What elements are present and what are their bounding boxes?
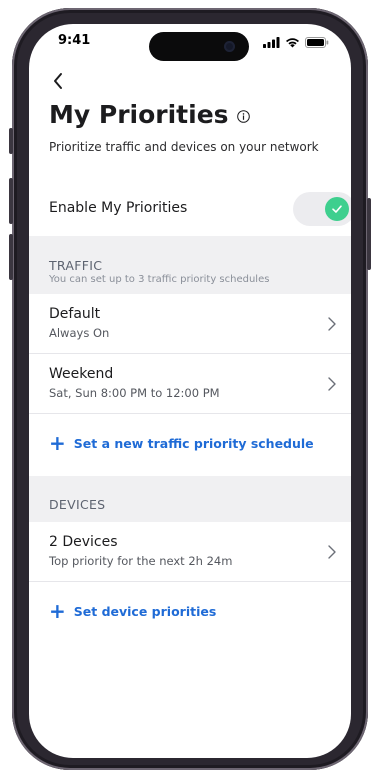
list-item[interactable]: Default Always On: [29, 294, 351, 354]
status-time: 9:41: [58, 33, 91, 48]
action-button: [9, 128, 13, 154]
set-device-priorities-button[interactable]: + Set device priorities: [29, 582, 351, 642]
volume-down-button: [9, 234, 13, 280]
traffic-section-header: TRAFFIC You can set up to 3 traffic prio…: [29, 236, 351, 294]
dynamic-island: [149, 32, 249, 61]
status-icons: [263, 37, 329, 48]
enable-row: Enable My Priorities: [29, 182, 351, 236]
traffic-section-title: TRAFFIC: [49, 258, 103, 273]
chevron-left-icon: [54, 73, 62, 89]
traffic-section-subtitle: You can set up to 3 traffic priority sch…: [49, 274, 270, 285]
chevron-right-icon: [328, 317, 336, 331]
list-item[interactable]: Weekend Sat, Sun 8:00 PM to 12:00 PM: [29, 354, 351, 414]
camera-icon: [224, 41, 235, 52]
battery-icon: [305, 37, 329, 48]
devices-section-title: DEVICES: [49, 497, 106, 512]
list-item-subtitle: Always On: [49, 326, 110, 340]
page-title: My Priorities: [49, 100, 229, 129]
toggle-knob: [325, 197, 349, 221]
list-item-title: Default: [49, 306, 101, 322]
list-item-subtitle: Top priority for the next 2h 24m: [49, 554, 233, 568]
check-icon: [332, 205, 342, 213]
info-icon[interactable]: [236, 110, 250, 123]
plus-icon: +: [49, 431, 66, 455]
devices-section-header: DEVICES: [29, 476, 351, 522]
list-item-title: 2 Devices: [49, 534, 118, 550]
enable-toggle[interactable]: [293, 192, 351, 226]
page-subtitle: Prioritize traffic and devices on your n…: [49, 140, 319, 154]
chevron-right-icon: [328, 545, 336, 559]
chevron-right-icon: [328, 377, 336, 391]
set-device-priorities-label: Set device priorities: [73, 603, 217, 619]
list-item[interactable]: 2 Devices Top priority for the next 2h 2…: [29, 522, 351, 582]
plus-icon: +: [49, 599, 66, 623]
wifi-icon: [286, 38, 299, 48]
add-traffic-schedule-button[interactable]: + Set a new traffic priority schedule: [29, 414, 351, 474]
power-button: [367, 198, 371, 270]
signal-icon: [263, 37, 280, 48]
page-title-wrap: My Priorities: [49, 100, 250, 129]
enable-label: Enable My Priorities: [49, 200, 188, 216]
screen: 9:41 My Priorities Prioritize traffic an…: [29, 24, 351, 758]
add-traffic-schedule-label: Set a new traffic priority schedule: [73, 435, 314, 451]
list-item-subtitle: Sat, Sun 8:00 PM to 12:00 PM: [49, 386, 220, 400]
volume-up-button: [9, 178, 13, 224]
back-button[interactable]: [49, 71, 69, 91]
list-item-title: Weekend: [49, 366, 114, 382]
